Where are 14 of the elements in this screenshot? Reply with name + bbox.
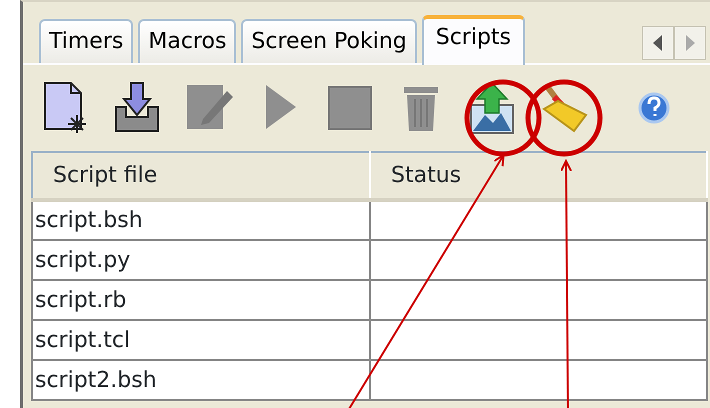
table-cell: script.rb <box>35 288 126 312</box>
column-header[interactable]: Status <box>391 163 462 188</box>
table-cell: script.py <box>35 248 130 272</box>
column-header[interactable]: Script file <box>53 163 158 188</box>
tab[interactable]: Macros <box>138 19 236 63</box>
table-cell: script2.bsh <box>35 368 157 392</box>
table-cell: script.tcl <box>35 328 130 352</box>
right-arrow-icon <box>685 35 695 51</box>
left-arrow-icon <box>653 35 663 51</box>
scroll-left-button[interactable] <box>642 26 674 60</box>
tab[interactable]: Screen Poking <box>241 19 417 63</box>
tab[interactable]: Scripts <box>422 15 526 65</box>
table-cell: script.bsh <box>35 208 143 233</box>
tab[interactable]: Timers <box>39 19 134 63</box>
